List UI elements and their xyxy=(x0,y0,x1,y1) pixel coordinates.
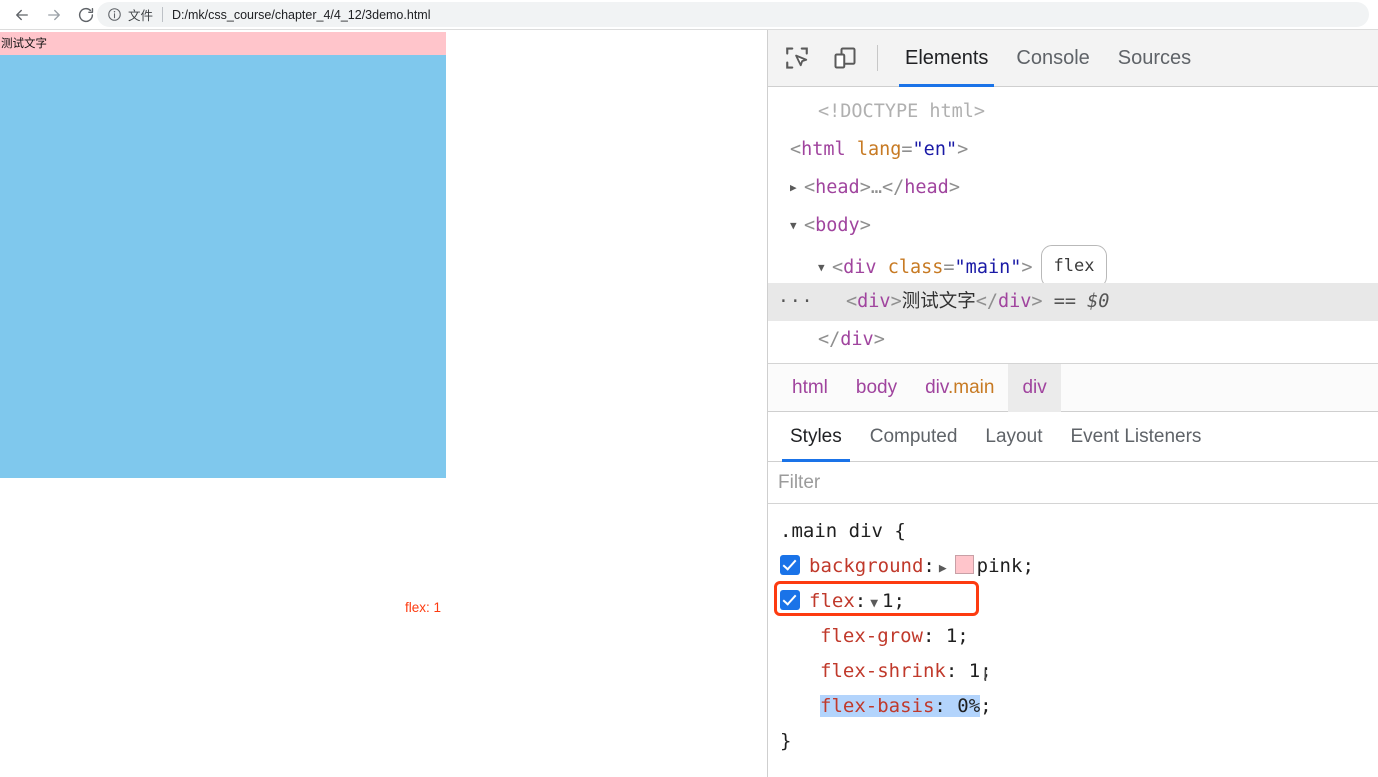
html-attr-value: "en" xyxy=(912,139,958,160)
dom-node-doctype[interactable]: <!DOCTYPE html> xyxy=(768,93,1378,131)
tab-sources[interactable]: Sources xyxy=(1104,30,1205,87)
pink-text-div: 测试文字 xyxy=(0,32,446,55)
expand-triangle-collapsed-icon[interactable]: ▶ xyxy=(790,169,804,207)
declaration-terminator: ; xyxy=(893,590,905,612)
styles-filter-bar xyxy=(768,462,1378,504)
address-bar[interactable]: 文件 D:/mk/css_course/chapter_4/4_12/3demo… xyxy=(97,2,1369,27)
info-circle-icon[interactable] xyxy=(107,7,122,22)
doctype-text: <!DOCTYPE html> xyxy=(818,101,986,122)
styles-sidebar-tabbar: Styles Computed Layout Event Listeners xyxy=(768,412,1378,462)
declaration-property-name[interactable]: flex xyxy=(809,590,855,612)
longhand-terminator: ; xyxy=(980,695,992,717)
back-button[interactable] xyxy=(9,2,35,28)
tab-computed[interactable]: Computed xyxy=(856,412,972,462)
expand-triangle-expanded-icon[interactable]: ▼ xyxy=(790,207,804,245)
html-tag-name: html xyxy=(801,139,846,160)
node-menu-ellipsis-icon[interactable]: ··· xyxy=(778,283,814,321)
rule-selector-text: .main div { xyxy=(780,520,906,542)
breadcrumb-tag: div xyxy=(925,376,948,398)
expand-shorthand-icon[interactable]: ▶ xyxy=(939,561,947,576)
address-bar-separator xyxy=(162,7,164,22)
forward-button[interactable] xyxy=(41,2,67,28)
longhand-value: 1 xyxy=(968,660,981,682)
device-toolbar-glyph xyxy=(834,47,856,69)
declaration-terminator: ; xyxy=(1022,555,1034,577)
declaration-property-name[interactable]: background xyxy=(809,555,923,577)
breadcrumb-item-html[interactable]: html xyxy=(778,364,842,412)
address-bar-scheme-label: 文件 xyxy=(128,8,154,23)
longhand-property-name: flex-grow xyxy=(820,625,923,647)
longhand-flex-shrink[interactable]: flex-shrink: 1; I xyxy=(768,654,1378,689)
longhand-value: 1 xyxy=(945,625,958,647)
declaration-value[interactable]: pink xyxy=(977,555,1023,577)
breadcrumb-item-body[interactable]: body xyxy=(842,364,911,412)
declaration-flex[interactable]: flex: ▼ 1; xyxy=(768,581,1378,619)
longhand-value: 0% xyxy=(957,695,981,717)
flex-badge[interactable]: flex xyxy=(1040,245,1108,288)
dom-node-selected-div[interactable]: ··· <div>测试文字</div> == $0 xyxy=(768,283,1378,321)
declaration-enabled-checkbox[interactable] xyxy=(780,590,800,610)
styles-rules-pane: .main div { background: ▶ pink; flex: ▼ 1; f… xyxy=(768,504,1378,759)
tab-layout[interactable]: Layout xyxy=(971,412,1056,462)
dom-node-div-main[interactable]: ▼ <div class="main"> flex xyxy=(768,245,1378,288)
page-viewport: 测试文字 xyxy=(0,30,766,777)
dom-node-html[interactable]: <html lang="en"> xyxy=(768,131,1378,169)
dom-node-head[interactable]: ▶ <head>…</head> xyxy=(768,169,1378,207)
flex-annotation-label: flex: 1 xyxy=(405,600,442,615)
tab-event-listeners[interactable]: Event Listeners xyxy=(1056,412,1215,462)
toolbar-divider xyxy=(877,45,878,71)
expand-triangle-expanded-icon[interactable]: ▼ xyxy=(818,249,832,287)
screen-root: 文件 D:/mk/css_course/chapter_4/4_12/3demo… xyxy=(0,0,1378,777)
div-main-flex-container: 测试文字 xyxy=(0,32,446,478)
longhand-flex-basis[interactable]: flex-basis: 0%; xyxy=(768,689,1378,724)
color-swatch[interactable] xyxy=(954,555,974,574)
declaration-value[interactable]: 1 xyxy=(882,590,893,612)
breadcrumb-item-div-main[interactable]: div.main xyxy=(911,364,1008,412)
dom-node-body[interactable]: ▼ <body> xyxy=(768,207,1378,245)
dom-tree: <!DOCTYPE html> <html lang="en"> ▶ <head>… xyxy=(768,87,1378,364)
html-attr-name: lang xyxy=(856,139,902,160)
device-toolbar-icon[interactable] xyxy=(826,39,864,77)
arrow-right-icon xyxy=(48,9,60,20)
longhand-property-name: flex-shrink xyxy=(820,660,946,682)
selected-node-text: 测试文字 xyxy=(901,291,976,312)
tab-console[interactable]: Console xyxy=(1002,30,1103,87)
styles-filter-input[interactable] xyxy=(778,471,1338,494)
breadcrumb-class: .main xyxy=(948,376,995,398)
browser-toolbar: 文件 D:/mk/css_course/chapter_4/4_12/3demo… xyxy=(0,0,1378,30)
longhand-flex-grow[interactable]: flex-grow: 1; xyxy=(768,619,1378,654)
inspect-element-glyph xyxy=(786,47,808,69)
text-cursor-icon: I xyxy=(983,666,988,685)
arrow-left-icon xyxy=(16,9,28,20)
rule-closing-brace: } xyxy=(780,730,792,752)
dom-node-div-main-close[interactable]: </div> xyxy=(768,321,1378,359)
breadcrumb: html body div.main div xyxy=(768,363,1378,412)
tab-elements[interactable]: Elements xyxy=(891,30,1002,87)
reload-icon xyxy=(78,7,94,22)
devtools-tabbar: Elements Console Sources xyxy=(768,30,1378,87)
rule-closing-brace-line: } xyxy=(768,724,1378,759)
reload-button[interactable] xyxy=(73,2,99,28)
longhand-property-name: flex-basis xyxy=(820,695,935,717)
longhand-terminator: ; xyxy=(957,625,969,647)
blue-block-div xyxy=(0,55,446,478)
declaration-background[interactable]: background: ▶ pink; xyxy=(768,549,1378,584)
node-ref-label: == $0 xyxy=(1053,291,1110,312)
rule-selector-line[interactable]: .main div { xyxy=(768,514,1378,549)
collapse-shorthand-icon[interactable]: ▼ xyxy=(870,596,878,611)
tab-styles[interactable]: Styles xyxy=(776,412,856,462)
breadcrumb-item-div[interactable]: div xyxy=(1008,363,1061,412)
declaration-enabled-checkbox[interactable] xyxy=(780,555,800,575)
devtools-panel: Elements Console Sources <!DOCTYPE html>… xyxy=(767,30,1378,777)
address-bar-url: D:/mk/css_course/chapter_4/4_12/3demo.ht… xyxy=(172,7,431,22)
inspect-element-icon[interactable] xyxy=(778,39,816,77)
